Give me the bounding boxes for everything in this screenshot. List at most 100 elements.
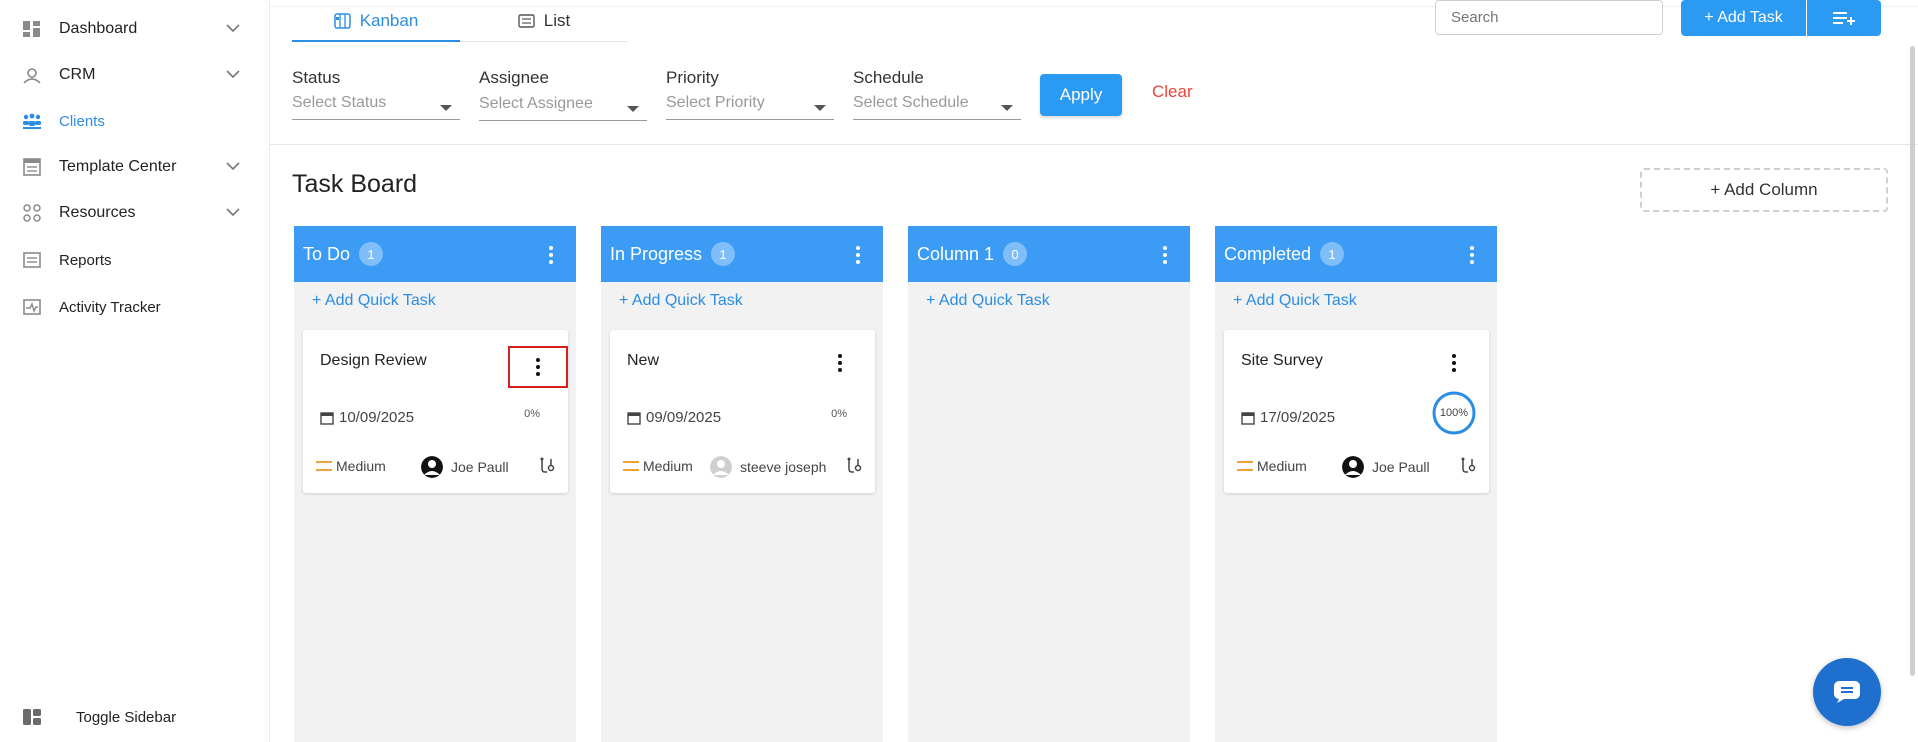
sidebar-item-crm[interactable]: CRM <box>0 55 270 95</box>
assignee-select[interactable]: Select Assignee <box>479 95 647 121</box>
board-title: Task Board <box>292 170 418 198</box>
calendar-icon <box>627 411 641 425</box>
assignee-select-value: Select Assignee <box>479 95 593 112</box>
caret-down-icon <box>814 105 826 111</box>
more-vertical-icon[interactable] <box>1162 244 1168 266</box>
column-in-progress: In Progress 1 + Add Quick Task New 09/09… <box>601 226 883 742</box>
subtask-icon[interactable] <box>539 457 555 475</box>
filter-divider <box>270 144 1918 145</box>
task-date-text: 17/09/2025 <box>1260 409 1336 426</box>
sidebar-item-reports[interactable]: Reports <box>0 240 270 280</box>
add-task-button[interactable]: + Add Task <box>1681 0 1806 36</box>
sidebar-item-resources[interactable]: Resources <box>0 193 270 233</box>
chat-icon <box>1834 681 1860 703</box>
task-progress: 100% <box>1439 407 1469 419</box>
priority-filter-label: Priority <box>666 68 719 87</box>
assignee-filter-label: Assignee <box>479 68 549 87</box>
more-vertical-icon[interactable] <box>855 244 861 266</box>
sidebar-item-template-center[interactable]: Template Center <box>0 147 270 187</box>
apply-button[interactable]: Apply <box>1040 74 1122 116</box>
sidebar-item-label: Template Center <box>59 158 177 175</box>
list-icon <box>518 14 535 28</box>
task-card[interactable]: New 09/09/2025 0% Medium steeve joseph <box>610 330 875 493</box>
column-title: Column 1 <box>917 243 995 264</box>
task-assignee-name: Joe Paull <box>1372 459 1430 475</box>
task-title: Site Survey <box>1241 352 1323 369</box>
more-vertical-icon[interactable] <box>1469 244 1475 266</box>
reports-icon <box>23 252 41 268</box>
schedule-select[interactable]: Select Schedule <box>853 94 1021 120</box>
more-vertical-icon <box>838 354 842 372</box>
add-task-options-button[interactable] <box>1807 0 1881 36</box>
task-assignee-name: Joe Paull <box>451 459 509 475</box>
kanban-icon <box>333 13 351 29</box>
status-filter: Status Select Status <box>292 68 460 120</box>
column-completed: Completed 1 + Add Quick Task Site Survey… <box>1215 226 1497 742</box>
add-quick-task-link[interactable]: + Add Quick Task <box>619 292 743 310</box>
sidebar-item-label: Dashboard <box>59 20 138 37</box>
add-quick-task-link[interactable]: + Add Quick Task <box>1233 292 1357 310</box>
column-header: Column 1 0 <box>908 226 1190 282</box>
sidebar-item-label: Reports <box>59 251 112 269</box>
priority-select[interactable]: Select Priority <box>666 94 834 120</box>
crm-icon <box>23 68 41 84</box>
search-input[interactable] <box>1435 0 1663 35</box>
priority-medium-icon <box>623 460 639 472</box>
tab-list[interactable]: List <box>460 0 628 42</box>
chevron-down-icon <box>226 70 240 79</box>
status-select[interactable]: Select Status <box>292 94 460 120</box>
active-tab-indicator <box>292 40 460 42</box>
avatar <box>421 456 443 478</box>
add-quick-task-link[interactable]: + Add Quick Task <box>926 292 1050 310</box>
clients-icon <box>23 113 41 129</box>
task-priority-text: Medium <box>1257 458 1307 474</box>
column-header: In Progress 1 <box>601 226 883 282</box>
sidebar-item-label: Clients <box>59 112 105 130</box>
main-content: Kanban List + Add Task Status Select Sta… <box>270 0 1918 742</box>
more-vertical-icon[interactable] <box>548 244 554 266</box>
clear-button[interactable]: Clear <box>1152 82 1193 102</box>
page-scrollbar[interactable] <box>1910 46 1915 676</box>
column-todo: To Do 1 + Add Quick Task Design Review 1… <box>294 226 576 742</box>
assignee-filter: Assignee Select Assignee <box>479 68 647 121</box>
sidebar-item-clients[interactable]: Clients <box>0 101 270 141</box>
column-count-badge: 1 <box>1320 242 1345 266</box>
tab-list-label: List <box>543 11 571 30</box>
subtask-icon[interactable] <box>846 457 862 475</box>
caret-down-icon <box>1001 105 1013 111</box>
avatar <box>710 456 732 478</box>
toggle-sidebar-button[interactable]: Toggle Sidebar <box>0 697 270 737</box>
priority-medium-icon <box>316 460 332 472</box>
task-menu-button[interactable] <box>508 346 568 388</box>
schedule-select-value: Select Schedule <box>853 94 969 111</box>
task-assignee-name: steeve joseph <box>740 459 827 475</box>
task-priority: Medium <box>623 458 693 474</box>
resources-icon <box>23 204 41 222</box>
schedule-filter-label: Schedule <box>853 68 924 87</box>
task-card[interactable]: Design Review 10/09/2025 0% Medium Joe P… <box>303 330 568 493</box>
sidebar-item-activity-tracker[interactable]: Activity Tracker <box>0 287 270 327</box>
schedule-filter: Schedule Select Schedule <box>853 68 1021 120</box>
subtask-icon[interactable] <box>1460 457 1476 475</box>
task-menu-button[interactable] <box>1446 351 1462 375</box>
sidebar-item-dashboard[interactable]: Dashboard <box>0 9 270 49</box>
priority-select-value: Select Priority <box>666 94 765 111</box>
template-icon <box>23 158 41 176</box>
task-menu-button[interactable] <box>832 351 848 375</box>
add-list-icon <box>1833 12 1855 25</box>
column-column-1: Column 1 0 + Add Quick Task <box>908 226 1190 742</box>
task-due-date: 17/09/2025 <box>1241 409 1335 426</box>
chat-button[interactable] <box>1813 658 1881 726</box>
add-column-button[interactable]: + Add Column <box>1640 168 1888 212</box>
task-assignee: Joe Paull <box>421 456 509 478</box>
add-quick-task-link[interactable]: + Add Quick Task <box>312 292 436 310</box>
column-count-badge: 0 <box>1003 242 1028 266</box>
task-card[interactable]: Site Survey 17/09/2025 100% Medium Joe P… <box>1224 330 1489 493</box>
tab-kanban[interactable]: Kanban <box>292 0 460 42</box>
sidebar: Dashboard CRM Clients Template Center Re… <box>0 0 270 742</box>
task-date-text: 09/09/2025 <box>646 409 722 426</box>
column-header: To Do 1 <box>294 226 576 282</box>
task-priority: Medium <box>1237 458 1307 474</box>
status-filter-label: Status <box>292 68 341 87</box>
tab-kanban-label: Kanban <box>359 11 419 30</box>
